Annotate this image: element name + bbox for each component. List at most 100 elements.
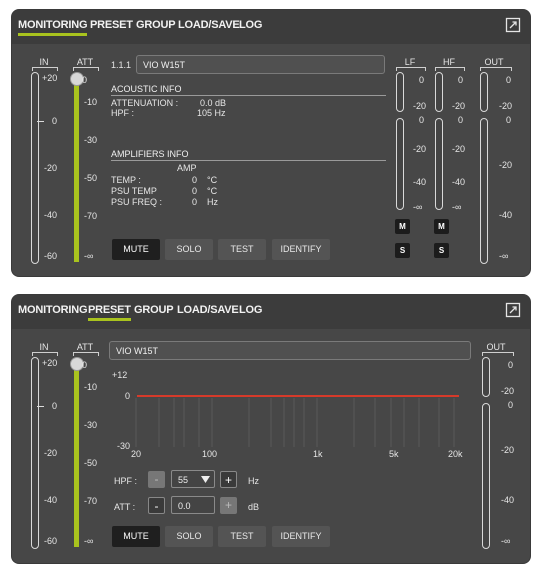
out-scale: -∞ — [499, 251, 509, 261]
att-scale: -∞ — [84, 536, 94, 546]
out-bracket — [480, 67, 512, 71]
temp-value: 0 — [192, 175, 198, 185]
in-tick — [37, 121, 44, 122]
chevron-down-icon — [201, 476, 210, 483]
in-scale: -20 — [44, 163, 58, 173]
amp-header: AMP — [177, 163, 197, 173]
att-increase-button[interactable]: + — [220, 497, 237, 514]
out-scale: -20 — [501, 445, 515, 455]
mute-button[interactable]: MUTE — [112, 239, 160, 260]
tab-group[interactable]: GROUP — [136, 19, 176, 31]
att-scale: -∞ — [84, 251, 94, 261]
lf-scale: -20 — [413, 101, 427, 111]
psu-freq-value: 0 — [192, 197, 198, 207]
in-scale: -60 — [44, 251, 58, 261]
hpf-increase-button[interactable]: + — [220, 471, 237, 488]
tab-bar: MONITORING PRESET GROUP LOAD/SAVE LOG — [12, 10, 530, 44]
in-label: IN — [39, 342, 49, 352]
hf-bracket — [435, 67, 465, 71]
eq-y-bottom: -30 — [117, 441, 131, 451]
preset-device-name-field[interactable]: VIO W15T — [109, 341, 471, 360]
in-tick — [37, 406, 44, 407]
tab-load-save[interactable]: LOAD/SAVE — [178, 19, 240, 31]
lf-scale: -40 — [413, 177, 427, 187]
in-scale: 0 — [52, 116, 58, 126]
lf-scale: -20 — [413, 144, 427, 154]
att-scale: 0 — [82, 360, 88, 370]
test-button[interactable]: TEST — [218, 239, 266, 260]
out-scale: -20 — [499, 160, 513, 170]
hpf-label: HPF : — [111, 108, 135, 118]
tab-log[interactable]: LOG — [239, 304, 262, 316]
eq-x-tick: 1k — [313, 449, 323, 459]
tab-group[interactable]: GROUP — [134, 304, 174, 316]
att-scale: -50 — [84, 173, 98, 183]
eq-x-tick: 20k — [448, 449, 463, 459]
out-label: OUT — [486, 342, 506, 352]
lf-scale: -∞ — [413, 202, 423, 212]
hpf-select[interactable]: 55 — [171, 470, 215, 488]
temp-unit: °C — [207, 175, 218, 185]
lf-solo-button[interactable]: S — [395, 243, 410, 258]
hpf-value: 55 — [178, 475, 189, 485]
psu-temp-value: 0 — [192, 186, 198, 196]
att-value-field[interactable]: 0.0 — [171, 496, 215, 514]
att-slider-track[interactable] — [74, 78, 79, 262]
in-meter — [31, 72, 39, 264]
lf-mute-button[interactable]: M — [395, 219, 410, 234]
att-slider-track[interactable] — [74, 363, 79, 547]
in-scale: +20 — [42, 358, 58, 368]
att-unit: dB — [248, 502, 260, 512]
att-scale: -10 — [84, 382, 98, 392]
identify-button[interactable]: IDENTIFY — [272, 239, 330, 260]
expand-icon[interactable] — [505, 302, 521, 318]
hpf-value: 105 Hz — [197, 108, 226, 118]
attenuation-label: ATTENUATION : — [111, 98, 179, 108]
in-scale: -40 — [44, 495, 58, 505]
out-meter-top — [482, 357, 490, 397]
test-button[interactable]: TEST — [218, 526, 266, 547]
hf-meter-top — [435, 72, 443, 112]
mute-button[interactable]: MUTE — [112, 526, 160, 547]
hf-solo-button[interactable]: S — [434, 243, 449, 258]
tab-monitoring[interactable]: MONITORING — [18, 19, 87, 36]
att-label: ATT — [76, 342, 94, 352]
out-label: OUT — [484, 57, 504, 67]
out-scale: 0 — [506, 75, 512, 85]
out-scale: 0 — [508, 360, 514, 370]
lf-scale: 0 — [419, 75, 425, 85]
identify-button[interactable]: IDENTIFY — [272, 526, 330, 547]
lf-meter-top — [396, 72, 404, 112]
att-bracket — [73, 352, 99, 356]
monitoring-panel: MONITORING PRESET GROUP LOAD/SAVE LOG IN… — [12, 10, 530, 276]
psu-temp-unit: °C — [207, 186, 218, 196]
in-scale: 0 — [52, 401, 58, 411]
hf-scale: 0 — [458, 75, 464, 85]
hf-mute-button[interactable]: M — [434, 219, 449, 234]
out-scale: -∞ — [501, 536, 511, 546]
in-label: IN — [39, 57, 49, 67]
out-meter — [482, 403, 490, 549]
tab-monitoring[interactable]: MONITORING — [18, 304, 87, 316]
att-decrease-button[interactable]: - — [148, 497, 165, 514]
hf-scale: -20 — [452, 144, 466, 154]
tab-log[interactable]: LOG — [239, 19, 262, 31]
in-scale: +20 — [42, 73, 58, 83]
solo-button[interactable]: SOLO — [165, 526, 213, 547]
hpf-decrease-button[interactable]: - — [148, 471, 165, 488]
lf-scale: 0 — [419, 115, 425, 125]
att-scale: -10 — [84, 97, 98, 107]
acoustic-info-title: ACOUSTIC INFO — [111, 84, 386, 96]
psu-freq-label: PSU FREQ : — [111, 197, 163, 207]
tab-preset[interactable]: PRESET — [88, 304, 131, 321]
hf-meter — [435, 118, 443, 210]
expand-icon[interactable] — [505, 17, 521, 33]
out-meter-top — [480, 72, 488, 112]
att-control-label: ATT : — [114, 502, 136, 512]
device-name-field[interactable]: VIO W15T — [136, 55, 385, 74]
out-scale: -40 — [501, 495, 515, 505]
tab-load-save[interactable]: LOAD/SAVE — [177, 304, 239, 316]
att-scale: -30 — [84, 420, 98, 430]
tab-preset[interactable]: PRESET — [90, 19, 133, 31]
solo-button[interactable]: SOLO — [165, 239, 213, 260]
